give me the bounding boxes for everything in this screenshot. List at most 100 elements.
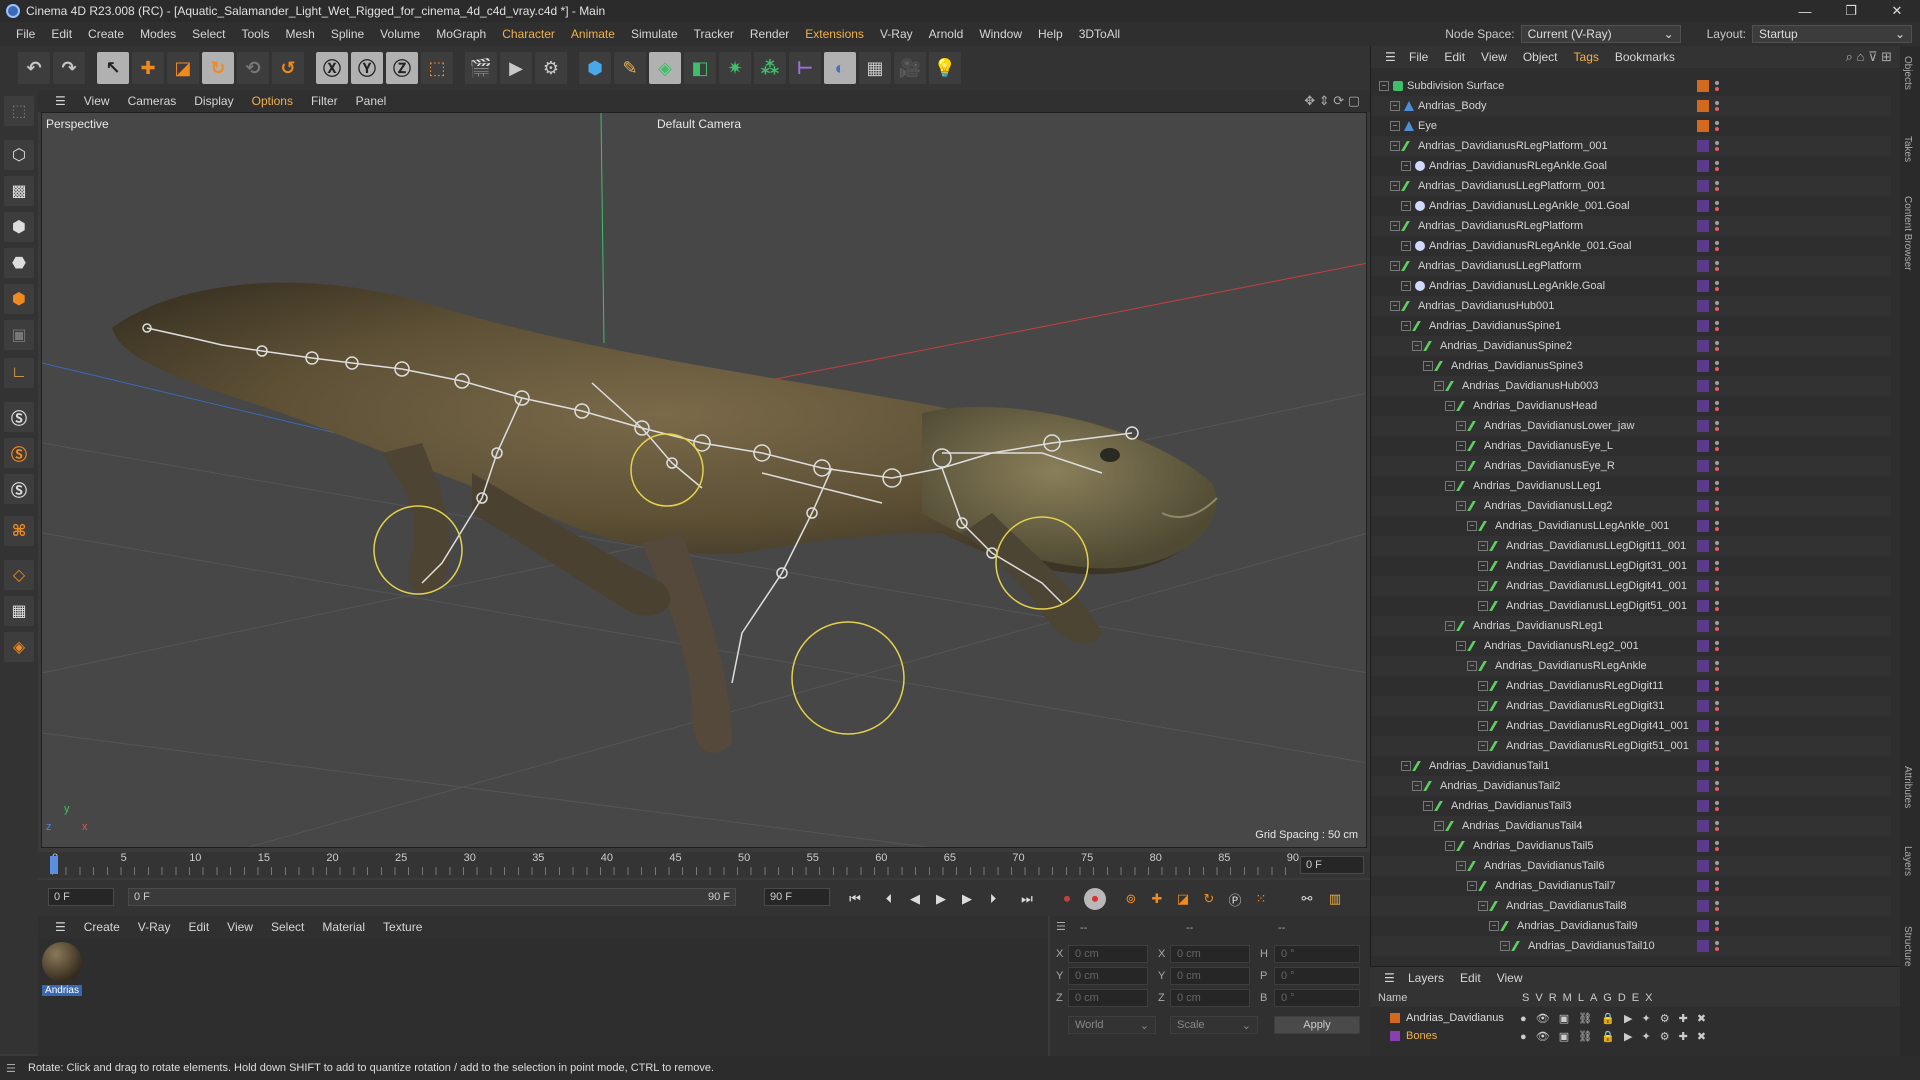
key-parameter-button[interactable]: Ⓟ xyxy=(1224,888,1246,910)
object-tree-row[interactable]: − Andrias_DavidianusHub001 xyxy=(1371,296,1891,316)
object-tree-row[interactable]: − Andrias_DavidianusTail5 xyxy=(1371,836,1891,856)
layer-color-tag[interactable] xyxy=(1697,600,1709,612)
scale-tool-button[interactable]: ◪ xyxy=(167,52,199,84)
visibility-dots-icon[interactable] xyxy=(1715,741,1719,751)
object-tree-row[interactable]: − Andrias_DavidianusLLegAnkle.Goal xyxy=(1371,276,1891,296)
object-tree-row[interactable]: − Andrias_DavidianusRLeg2_001 xyxy=(1371,636,1891,656)
layer-color-swatch[interactable] xyxy=(1390,1013,1400,1023)
motion-system-button[interactable]: ⚯ xyxy=(1296,888,1318,910)
layer-color-tag[interactable] xyxy=(1697,80,1709,92)
visibility-dots-icon[interactable] xyxy=(1715,921,1719,931)
menu-tracker[interactable]: Tracker xyxy=(686,27,742,41)
layer-color-tag[interactable] xyxy=(1697,900,1709,912)
object-menu-tags[interactable]: Tags xyxy=(1566,50,1607,64)
expand-toggle-icon[interactable]: − xyxy=(1390,221,1400,231)
visibility-dots-icon[interactable] xyxy=(1715,221,1719,231)
expand-toggle-icon[interactable]: − xyxy=(1456,501,1466,511)
record-button[interactable]: ⏺ xyxy=(1056,888,1078,910)
layer-color-tag[interactable] xyxy=(1697,540,1709,552)
texture-mode-button[interactable]: ▩ xyxy=(4,176,34,206)
key-rotation-button[interactable]: ↻ xyxy=(1198,888,1220,910)
object-menu-edit[interactable]: Edit xyxy=(1436,50,1473,64)
layer-color-tag[interactable] xyxy=(1697,940,1709,952)
layer-color-tag[interactable] xyxy=(1697,580,1709,592)
material-menu-view[interactable]: View xyxy=(218,920,262,934)
layer-color-tag[interactable] xyxy=(1697,700,1709,712)
object-tree-row[interactable]: − Andrias_DavidianusLower_jaw xyxy=(1371,416,1891,436)
snap-settings-button[interactable]: Ⓢ xyxy=(4,438,34,468)
render-settings-button[interactable]: ⚙ xyxy=(535,52,567,84)
edges-mode-button[interactable]: ⬣ xyxy=(4,248,34,278)
object-tree-row[interactable]: − Andrias_DavidianusSpine3 xyxy=(1371,356,1891,376)
workplane-mode-button[interactable]: ◇ xyxy=(4,560,34,590)
object-tree-row[interactable]: − Andrias_DavidianusLLegDigit31_001 xyxy=(1371,556,1891,576)
visibility-dots-icon[interactable] xyxy=(1715,521,1719,531)
expand-toggle-icon[interactable]: − xyxy=(1456,641,1466,651)
3d-viewport[interactable]: Perspective Default Camera Grid Spacing … xyxy=(41,112,1367,848)
layer-color-tag[interactable] xyxy=(1697,120,1709,132)
visibility-dots-icon[interactable] xyxy=(1715,601,1719,611)
layer-row[interactable]: Bones ● 👁 ▣ ⛓ 🔒 ▶ ✦ ⚙ ✚ ✖ xyxy=(1370,1027,1900,1045)
coords-menu-icon[interactable]: ☰ xyxy=(1056,920,1066,933)
visibility-dots-icon[interactable] xyxy=(1715,501,1719,511)
layer-color-tag[interactable] xyxy=(1697,200,1709,212)
visibility-dots-icon[interactable] xyxy=(1715,241,1719,251)
layer-color-tag[interactable] xyxy=(1697,620,1709,632)
layer-color-swatch[interactable] xyxy=(1390,1031,1400,1041)
visibility-dots-icon[interactable] xyxy=(1715,681,1719,691)
viewport-menu-options[interactable]: Options xyxy=(243,94,302,108)
visibility-dots-icon[interactable] xyxy=(1715,941,1719,951)
prev-key-button[interactable]: ⏴ xyxy=(878,888,900,910)
deformer-button[interactable]: ⊢ xyxy=(789,52,821,84)
side-tab-attributes[interactable]: Attributes xyxy=(1902,766,1913,808)
visibility-dots-icon[interactable] xyxy=(1715,121,1719,131)
pos-z-field[interactable]: 0 cm xyxy=(1068,989,1148,1007)
layer-menu-toggle-icon[interactable]: ☰ xyxy=(1376,971,1403,985)
rot-b-field[interactable]: 0 ° xyxy=(1274,989,1360,1007)
go-to-end-button[interactable]: ⏭ xyxy=(1016,888,1038,910)
start-frame-field[interactable]: 0 F xyxy=(48,888,114,906)
x-axis-button[interactable]: Ⓧ xyxy=(316,52,348,84)
undo-button[interactable]: ↶ xyxy=(18,52,50,84)
next-frame-button[interactable]: ▶ xyxy=(956,888,978,910)
object-tree-row[interactable]: − Eye xyxy=(1371,116,1891,136)
side-tab-content-browser[interactable]: Content Browser xyxy=(1902,196,1913,270)
menu-animate[interactable]: Animate xyxy=(563,27,623,41)
object-tree-row[interactable]: − Andrias_DavidianusRLegAnkle xyxy=(1371,656,1891,676)
viewport-menu-display[interactable]: Display xyxy=(185,94,242,108)
key-position-button[interactable]: ✚ xyxy=(1146,888,1168,910)
menu-select[interactable]: Select xyxy=(184,27,233,41)
expand-toggle-icon[interactable]: − xyxy=(1445,841,1455,851)
visibility-dots-icon[interactable] xyxy=(1715,661,1719,671)
object-menu-view[interactable]: View xyxy=(1473,50,1515,64)
object-menu-object[interactable]: Object xyxy=(1515,50,1566,64)
expand-toggle-icon[interactable]: − xyxy=(1478,561,1488,571)
expand-toggle-icon[interactable]: − xyxy=(1401,161,1411,171)
layer-color-tag[interactable] xyxy=(1697,260,1709,272)
minimize-button[interactable]: — xyxy=(1782,0,1828,22)
redo-button[interactable]: ↷ xyxy=(53,52,85,84)
layer-color-tag[interactable] xyxy=(1697,800,1709,812)
side-tab-layers[interactable]: Layers xyxy=(1902,846,1913,876)
object-tree-row[interactable]: − Andrias_DavidianusEye_L xyxy=(1371,436,1891,456)
object-menu-file[interactable]: File xyxy=(1401,50,1436,64)
viewport-menu-cameras[interactable]: Cameras xyxy=(119,94,186,108)
visibility-dots-icon[interactable] xyxy=(1715,321,1719,331)
object-tree-row[interactable]: − Andrias_DavidianusSpine2 xyxy=(1371,336,1891,356)
expand-toggle-icon[interactable]: − xyxy=(1401,761,1411,771)
object-tree-row[interactable]: − Andrias_DavidianusTail8 xyxy=(1371,896,1891,916)
material-menu-material[interactable]: Material xyxy=(313,920,374,934)
object-tree-row[interactable]: − Andrias_DavidianusLLegAnkle_001.Goal xyxy=(1371,196,1891,216)
planar-button[interactable]: ◈ xyxy=(4,632,34,662)
expand-toggle-icon[interactable]: − xyxy=(1445,621,1455,631)
object-tree-row[interactable]: − Andrias_DavidianusLLegAnkle_001 xyxy=(1371,516,1891,536)
key-scale-button[interactable]: ◪ xyxy=(1172,888,1194,910)
z-axis-button[interactable]: Ⓩ xyxy=(386,52,418,84)
floor-button[interactable]: ▦ xyxy=(859,52,891,84)
menu-volume[interactable]: Volume xyxy=(372,27,428,41)
expand-toggle-icon[interactable]: − xyxy=(1456,441,1466,451)
layer-color-tag[interactable] xyxy=(1697,400,1709,412)
visibility-dots-icon[interactable] xyxy=(1715,761,1719,771)
visibility-dots-icon[interactable] xyxy=(1715,581,1719,591)
render-view-button[interactable]: 🎬 xyxy=(465,52,497,84)
